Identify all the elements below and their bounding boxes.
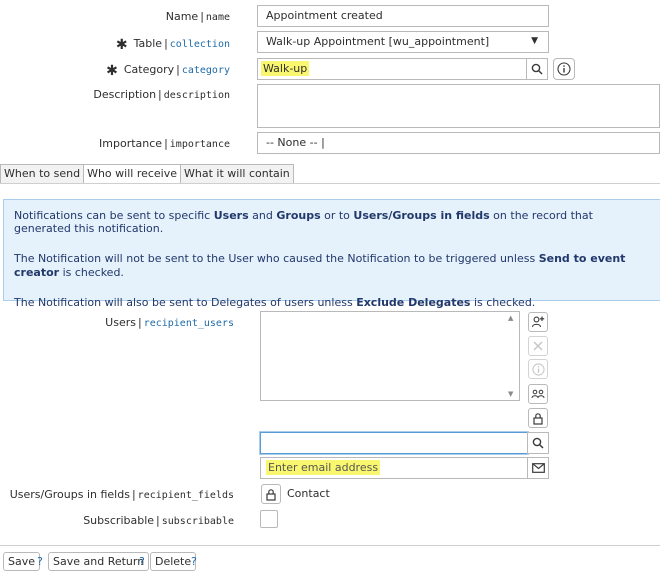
search-icon[interactable] (526, 58, 548, 80)
description-label: Description | description (93, 88, 230, 101)
lock-icon (533, 412, 543, 425)
name-input[interactable]: Appointment created (257, 5, 549, 27)
info-icon (531, 362, 545, 376)
description-textarea[interactable] (257, 84, 660, 128)
name-value: Appointment created (266, 9, 383, 22)
name-label: Name | name (165, 10, 230, 23)
delete-button[interactable]: Delete (150, 552, 197, 571)
info-line-recipients: Notifications can be sent to specific Us… (14, 209, 593, 236)
close-icon (533, 341, 543, 351)
category-value: Walk-up (261, 61, 310, 76)
lock-button[interactable] (528, 408, 548, 428)
info-message: Notifications can be sent to specific Us… (3, 199, 660, 309)
details-button[interactable] (528, 359, 548, 379)
info-icon[interactable] (553, 58, 575, 80)
info-line-event-creator: The Notification will not be sent to the… (14, 252, 626, 279)
groups-in-fields-label: Users/Groups in fields | recipient_fields (9, 488, 234, 501)
importance-value: -- None -- | (266, 136, 325, 149)
group-button[interactable] (528, 384, 548, 404)
lock-button[interactable] (261, 484, 281, 504)
save-help-link[interactable]: ? (37, 555, 43, 568)
email-field[interactable]: Enter email address (260, 457, 528, 479)
groups-in-fields-value: Contact (287, 487, 330, 500)
required-icon: ✱ (106, 63, 118, 79)
add-user-icon (531, 316, 545, 328)
lock-icon (266, 488, 276, 501)
user-search-input[interactable] (260, 432, 528, 454)
category-input[interactable]: Walk-up (257, 58, 527, 80)
save-and-return-help-link[interactable]: ? (139, 555, 145, 568)
category-label: ✱ Category | category (106, 63, 230, 79)
table-select[interactable]: Walk-up Appointment [wu_appointment] ▼ (257, 31, 549, 53)
tab-who-will-receive[interactable]: Who will receive (83, 164, 182, 184)
importance-label: Importance | importance (99, 137, 230, 150)
envelope-icon[interactable] (527, 457, 549, 479)
save-and-return-button[interactable]: Save and Return (48, 552, 150, 571)
subscribable-checkbox[interactable] (260, 510, 278, 528)
chevron-down-icon: ▼ (531, 36, 538, 46)
scroll-up-icon[interactable]: ▲ (508, 314, 513, 322)
users-label: Users | recipient_users (105, 316, 234, 329)
add-user-button[interactable] (528, 312, 548, 332)
table-label: ✱ Table | collection (115, 37, 230, 53)
importance-select[interactable]: -- None -- | (257, 132, 660, 154)
tab-divider (0, 183, 660, 184)
search-icon[interactable] (527, 432, 549, 454)
section-tabs: When to send Who will receive What it wi… (0, 164, 294, 184)
table-value: Walk-up Appointment [wu_appointment] (266, 35, 490, 48)
delete-help-link[interactable]: ? (191, 555, 197, 568)
tab-what-it-will-contain[interactable]: What it will contain (180, 164, 294, 184)
scrollbar[interactable]: ▲ ▼ (505, 312, 519, 400)
info-line-delegates: The Notification will also be sent to De… (14, 295, 536, 309)
save-button[interactable]: Save (3, 552, 41, 571)
email-placeholder: Enter email address (266, 460, 381, 475)
group-icon (531, 389, 545, 399)
scroll-down-icon[interactable]: ▼ (508, 390, 513, 398)
required-icon: ✱ (115, 37, 128, 53)
users-list[interactable]: ▲ ▼ (260, 311, 520, 401)
form-footer-divider (0, 545, 660, 546)
subscribable-label: Subscribable | subscribable (83, 514, 234, 527)
remove-button[interactable] (528, 336, 548, 356)
tab-when-to-send[interactable]: When to send (0, 164, 85, 184)
